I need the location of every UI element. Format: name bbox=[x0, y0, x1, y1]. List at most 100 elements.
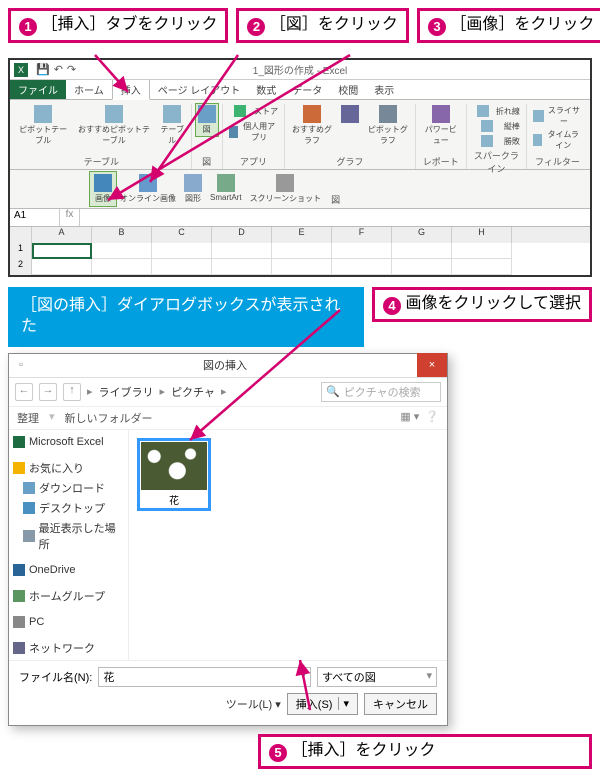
cmd-rec-charts[interactable]: おすすめグラフ bbox=[289, 104, 335, 147]
cell-E1[interactable] bbox=[272, 243, 332, 259]
redo-icon[interactable]: ↷ bbox=[67, 63, 76, 76]
gallery-online-picture[interactable]: オンライン画像 bbox=[116, 172, 180, 206]
col-D[interactable]: D bbox=[212, 227, 272, 243]
nav-up-button[interactable]: ↑ bbox=[63, 383, 81, 401]
nav-back-button[interactable]: ← bbox=[15, 383, 33, 401]
undo-icon[interactable]: ↶ bbox=[54, 63, 63, 76]
search-placeholder: ピクチャの検索 bbox=[344, 384, 421, 400]
cell-B2[interactable] bbox=[92, 259, 152, 275]
col-C[interactable]: C bbox=[152, 227, 212, 243]
cmd-sparkline-col[interactable]: 縦棒 bbox=[471, 119, 522, 134]
cmd-pivotchart[interactable]: ピボットグラフ bbox=[365, 104, 411, 147]
cancel-button[interactable]: キャンセル bbox=[364, 693, 437, 715]
cmd-myapps[interactable]: 個人用アプリ bbox=[227, 120, 280, 144]
tools-button[interactable]: ツール(L) ▾ bbox=[226, 696, 281, 712]
cell-G2[interactable] bbox=[392, 259, 452, 275]
breadcrumb-1[interactable]: ライブラリ bbox=[99, 384, 154, 400]
dialog-file-area[interactable]: 花 bbox=[129, 430, 447, 660]
sidebar-onedrive[interactable]: OneDrive bbox=[11, 562, 126, 578]
cell-H2[interactable] bbox=[452, 259, 512, 275]
formula-input[interactable] bbox=[80, 209, 590, 226]
close-button[interactable]: × bbox=[417, 353, 447, 377]
filename-field[interactable]: 花▾ bbox=[98, 667, 311, 687]
search-input[interactable]: 🔍 ピクチャの検索 bbox=[321, 382, 441, 402]
sidebar-network[interactable]: ネットワーク bbox=[11, 638, 126, 658]
gallery-shapes[interactable]: 図形 bbox=[180, 172, 206, 206]
tab-file[interactable]: ファイル bbox=[10, 80, 66, 99]
sidebar-favorites[interactable]: お気に入り bbox=[11, 458, 126, 478]
ribbon-body: ピボットテーブル おすすめピボットテーブル テーブル テーブル 図 図 ストア … bbox=[10, 100, 590, 170]
cell-F1[interactable] bbox=[332, 243, 392, 259]
sidebar-downloads[interactable]: ダウンロード bbox=[11, 478, 126, 498]
view-mode-button[interactable]: ▦ ▾ bbox=[400, 410, 419, 426]
filetype-filter[interactable]: すべての図▾ bbox=[317, 667, 437, 687]
gallery-picture[interactable]: 画像 bbox=[90, 172, 116, 206]
organize-button[interactable]: 整理 bbox=[17, 410, 39, 426]
cell-H1[interactable] bbox=[452, 243, 512, 259]
col-F[interactable]: F bbox=[332, 227, 392, 243]
tab-home[interactable]: ホーム bbox=[66, 80, 112, 99]
row-2: 2 bbox=[10, 259, 590, 275]
tab-pagelayout[interactable]: ページ レイアウト bbox=[150, 80, 249, 99]
fx-icon[interactable]: fx bbox=[60, 209, 80, 226]
col-E[interactable]: E bbox=[272, 227, 332, 243]
cmd-chart-gallery[interactable] bbox=[339, 104, 361, 147]
cmd-sparkline-wl[interactable]: 勝敗 bbox=[471, 134, 522, 149]
help-button[interactable]: ❔ bbox=[425, 410, 439, 426]
col-B[interactable]: B bbox=[92, 227, 152, 243]
window-title: 1_図形の作成 - Excel bbox=[253, 62, 347, 77]
save-icon[interactable]: 💾 bbox=[36, 63, 50, 76]
group-illustrations: 図 図 bbox=[192, 104, 223, 169]
nav-fwd-button[interactable]: → bbox=[39, 383, 57, 401]
newfolder-button[interactable]: 新しいフォルダー bbox=[65, 410, 153, 426]
col-H[interactable]: H bbox=[452, 227, 512, 243]
cmd-store[interactable]: ストア bbox=[227, 104, 280, 119]
insert-dropdown-icon[interactable]: ▾ bbox=[338, 697, 349, 710]
gallery-smartart[interactable]: SmartArt bbox=[206, 172, 246, 206]
cell-D2[interactable] bbox=[212, 259, 272, 275]
cmd-timeline[interactable]: タイムライン bbox=[531, 128, 584, 152]
file-thumbnail-selected[interactable]: 花 bbox=[137, 438, 211, 511]
insert-button[interactable]: 挿入(S)▾ bbox=[287, 693, 358, 715]
cell-F2[interactable] bbox=[332, 259, 392, 275]
cell-A1[interactable] bbox=[32, 243, 92, 259]
sidebar-pc[interactable]: PC bbox=[11, 614, 126, 630]
gallery-screenshot[interactable]: スクリーンショット bbox=[246, 172, 326, 206]
excel-window: X 💾 ↶ ↷ 1_図形の作成 - Excel ファイル ホーム 挿入 ページ … bbox=[8, 58, 592, 277]
sidebar-excel[interactable]: Microsoft Excel bbox=[11, 434, 126, 450]
cmd-pivottable[interactable]: ピボットテーブル bbox=[16, 104, 70, 147]
cell-C1[interactable] bbox=[152, 243, 212, 259]
name-box[interactable]: A1 bbox=[10, 209, 60, 226]
sidebar-recent[interactable]: 最近表示した場所 bbox=[11, 518, 126, 554]
flower-image-icon bbox=[141, 442, 207, 490]
cmd-powerview[interactable]: パワービュー bbox=[420, 104, 462, 147]
tab-insert[interactable]: 挿入 bbox=[112, 79, 150, 100]
cell-E2[interactable] bbox=[272, 259, 332, 275]
cmd-rec-pivottable[interactable]: おすすめピボットテーブル bbox=[74, 104, 154, 147]
cell-C2[interactable] bbox=[152, 259, 212, 275]
cmd-sparkline-line[interactable]: 折れ線 bbox=[471, 104, 522, 119]
col-A[interactable]: A bbox=[32, 227, 92, 243]
sidebar-desktop[interactable]: デスクトップ bbox=[11, 498, 126, 518]
breadcrumb-2[interactable]: ピクチャ bbox=[171, 384, 215, 400]
cmd-slicer[interactable]: スライサー bbox=[531, 104, 584, 128]
col-G[interactable]: G bbox=[392, 227, 452, 243]
cell-A2[interactable] bbox=[32, 259, 92, 275]
callout-1-text: ［挿入］タブをクリック bbox=[41, 16, 217, 33]
quick-access[interactable]: 💾 ↶ ↷ bbox=[32, 63, 80, 76]
row-1-header[interactable]: 1 bbox=[10, 243, 32, 259]
tab-data[interactable]: データ bbox=[284, 80, 330, 99]
cmd-illustrations[interactable]: 図 bbox=[196, 104, 218, 136]
tab-review[interactable]: 校閲 bbox=[330, 80, 366, 99]
step-number-5: 5 bbox=[269, 744, 287, 762]
sidebar-homegroup[interactable]: ホームグループ bbox=[11, 586, 126, 606]
tab-formulas[interactable]: 数式 bbox=[248, 80, 284, 99]
cell-B1[interactable] bbox=[92, 243, 152, 259]
cell-D1[interactable] bbox=[212, 243, 272, 259]
tab-view[interactable]: 表示 bbox=[366, 80, 402, 99]
cell-G1[interactable] bbox=[392, 243, 452, 259]
row-2-header[interactable]: 2 bbox=[10, 259, 32, 275]
callout-5: 5 ［挿入］をクリック bbox=[258, 734, 592, 769]
dialog-toolbar: 整理 ▾ 新しいフォルダー ▦ ▾ ❔ bbox=[9, 407, 447, 430]
cmd-table[interactable]: テーブル bbox=[158, 104, 187, 147]
